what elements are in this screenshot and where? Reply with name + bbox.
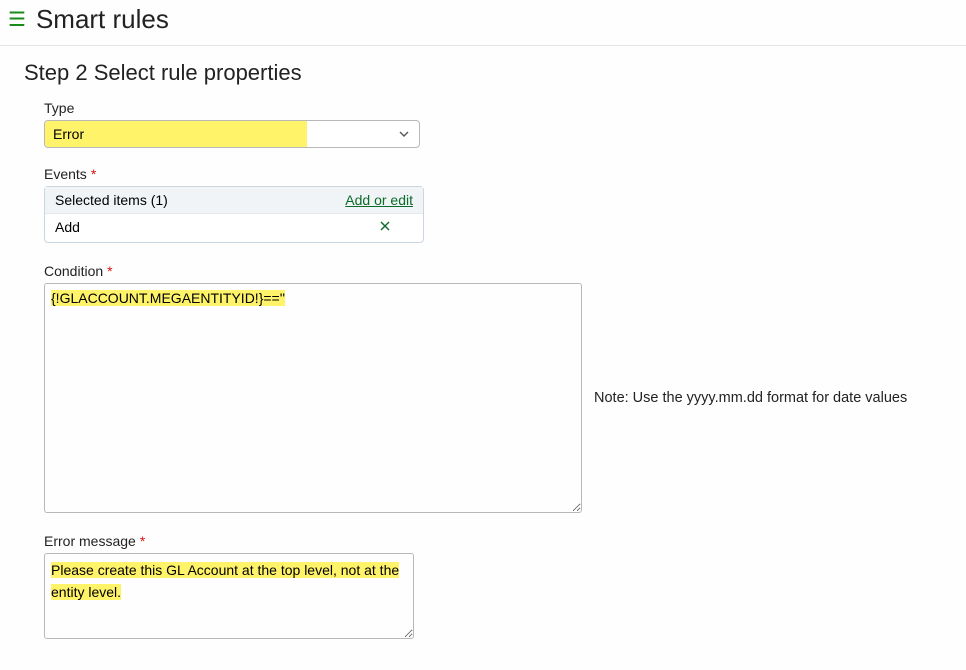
error-message-textarea[interactable]: Please create this GL Account at the top… [44,553,414,639]
events-item-remove-button[interactable] [379,219,413,235]
page-header: ☰ Smart rules [0,0,966,46]
condition-value: {!GLACCOUNT.MEGAENTITYID!}=='' [51,290,285,306]
required-marker: * [107,263,112,279]
condition-block: {!GLACCOUNT.MEGAENTITYID!}=='' Note: Use… [44,283,966,513]
form-area: Type Error Events* Selected items (1) Ad… [24,100,966,639]
list-icon[interactable]: ☰ [8,10,26,30]
type-select-value: Error [45,121,307,147]
events-label-text: Events [44,166,87,182]
events-label: Events* [44,166,966,182]
events-box: Selected items (1) Add or edit Add [44,186,424,243]
condition-label-text: Condition [44,263,103,279]
condition-label: Condition* [44,263,966,279]
condition-textarea[interactable]: {!GLACCOUNT.MEGAENTITYID!}=='' [44,283,582,513]
main-panel: Step 2 Select rule properties Type Error… [0,46,966,639]
events-item-name: Add [55,219,80,235]
error-message-label-text: Error message [44,533,136,549]
error-message-label: Error message* [44,533,966,549]
step-title: Step 2 Select rule properties [24,60,966,86]
events-selected-count: Selected items (1) [55,192,168,208]
type-label: Type [44,100,966,116]
events-header: Selected items (1) Add or edit [45,187,423,214]
type-select[interactable]: Error [44,120,420,148]
page-title: Smart rules [36,4,169,35]
required-marker: * [91,166,96,182]
error-message-value: Please create this GL Account at the top… [51,562,399,600]
required-marker: * [140,533,145,549]
events-add-edit-link[interactable]: Add or edit [345,192,413,208]
chevron-down-icon [399,128,409,140]
condition-note: Note: Use the yyyy.mm.dd format for date… [594,390,907,406]
events-item-row: Add [45,214,423,242]
